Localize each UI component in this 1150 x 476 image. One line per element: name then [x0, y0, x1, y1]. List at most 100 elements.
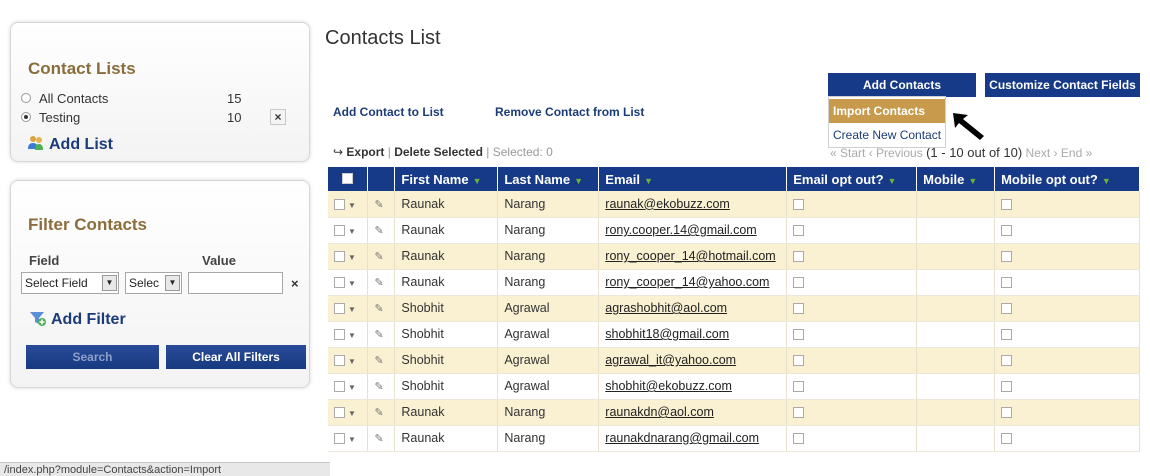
- mobile-opt-out-checkbox[interactable]: [1001, 329, 1013, 341]
- mobile-opt-out-checkbox[interactable]: [1001, 225, 1013, 237]
- add-contacts-button[interactable]: Add Contacts: [828, 73, 976, 97]
- row-checkbox[interactable]: [334, 225, 345, 237]
- mobile-opt-out-cell[interactable]: [994, 321, 1140, 348]
- chevron-down-icon[interactable]: ▼: [348, 227, 356, 236]
- pager-next[interactable]: Next ›: [1026, 146, 1058, 160]
- email-opt-out-cell[interactable]: [786, 295, 918, 322]
- table-row[interactable]: ▼ ✎ Raunak Narang raunakdn@aol.com: [328, 399, 1140, 426]
- table-row[interactable]: ▼ ✎ Shobhit Agrawal agrawal_it@yahoo.com: [328, 347, 1140, 374]
- row-checkbox[interactable]: [334, 251, 345, 263]
- chevron-down-icon[interactable]: ▼: [348, 305, 356, 314]
- email-link[interactable]: shobhit18@gmail.com: [598, 321, 788, 348]
- email-opt-out-cell[interactable]: [786, 191, 918, 218]
- email-link[interactable]: rony_cooper_14@yahoo.com: [598, 269, 788, 296]
- email-link[interactable]: rony.cooper.14@gmail.com: [598, 217, 788, 244]
- chevron-down-icon[interactable]: ▼: [348, 253, 356, 262]
- mobile-opt-out-cell[interactable]: [994, 347, 1140, 374]
- select-field-dropdown[interactable]: Select Field ▼: [21, 272, 119, 294]
- table-row[interactable]: ▼ ✎ Raunak Narang raunak@ekobuzz.com: [328, 191, 1140, 218]
- edit-icon[interactable]: ✎: [374, 381, 383, 393]
- edit-icon[interactable]: ✎: [374, 407, 383, 419]
- mobile-opt-out-cell[interactable]: [994, 399, 1140, 426]
- edit-icon[interactable]: ✎: [374, 251, 383, 263]
- col-email-opt-out[interactable]: Email opt out? ▼: [786, 167, 918, 191]
- email-opt-out-cell[interactable]: [786, 425, 918, 452]
- customize-contact-fields-button[interactable]: Customize Contact Fields: [985, 73, 1140, 97]
- email-link[interactable]: raunakdnarang@gmail.com: [598, 425, 788, 452]
- search-button[interactable]: Search: [26, 345, 159, 369]
- edit-icon[interactable]: ✎: [374, 303, 383, 315]
- mobile-opt-out-cell[interactable]: [994, 295, 1140, 322]
- list-item-all-contacts[interactable]: All Contacts 15: [19, 90, 289, 108]
- row-select-cell[interactable]: ▼: [328, 295, 369, 322]
- email-opt-out-cell[interactable]: [786, 399, 918, 426]
- mobile-opt-out-checkbox[interactable]: [1001, 355, 1013, 367]
- row-select-cell[interactable]: ▼: [328, 217, 369, 244]
- add-list-link[interactable]: Add List: [27, 133, 113, 154]
- mobile-opt-out-checkbox[interactable]: [1001, 433, 1013, 445]
- edit-icon[interactable]: ✎: [374, 225, 383, 237]
- email-link[interactable]: agrashobhit@aol.com: [598, 295, 788, 322]
- row-select-cell[interactable]: ▼: [328, 347, 369, 374]
- email-link[interactable]: raunak@ekobuzz.com: [598, 191, 788, 218]
- mobile-opt-out-checkbox[interactable]: [1001, 251, 1013, 263]
- import-contacts-item[interactable]: Import Contacts: [829, 99, 945, 123]
- col-mobile-opt-out[interactable]: Mobile opt out? ▼: [994, 167, 1140, 191]
- mobile-opt-out-cell[interactable]: [994, 217, 1140, 244]
- row-edit-cell[interactable]: ✎: [367, 217, 396, 244]
- row-select-cell[interactable]: ▼: [328, 321, 369, 348]
- email-opt-out-checkbox[interactable]: [793, 198, 805, 210]
- remove-contact-from-list-link[interactable]: Remove Contact from List: [495, 105, 644, 119]
- row-edit-cell[interactable]: ✎: [367, 295, 396, 322]
- row-edit-cell[interactable]: ✎: [367, 243, 396, 270]
- edit-icon[interactable]: ✎: [374, 277, 383, 289]
- mobile-opt-out-checkbox[interactable]: [1001, 407, 1013, 419]
- edit-icon[interactable]: ✎: [374, 199, 383, 211]
- select-all-checkbox[interactable]: [328, 167, 369, 191]
- email-opt-out-cell[interactable]: [786, 217, 918, 244]
- edit-icon[interactable]: ✎: [374, 433, 383, 445]
- row-select-cell[interactable]: ▼: [328, 373, 369, 400]
- export-link[interactable]: Export: [346, 145, 384, 159]
- email-opt-out-cell[interactable]: [786, 321, 918, 348]
- email-opt-out-checkbox[interactable]: [793, 381, 805, 393]
- row-checkbox[interactable]: [334, 433, 345, 445]
- row-checkbox[interactable]: [334, 198, 345, 210]
- row-select-cell[interactable]: ▼: [328, 399, 369, 426]
- delete-list-button[interactable]: ×: [270, 109, 286, 125]
- mobile-opt-out-checkbox[interactable]: [1001, 303, 1013, 315]
- email-opt-out-checkbox[interactable]: [793, 407, 805, 419]
- row-edit-cell[interactable]: ✎: [367, 347, 396, 374]
- edit-icon[interactable]: ✎: [374, 355, 383, 367]
- edit-icon[interactable]: ✎: [374, 329, 383, 341]
- mobile-opt-out-cell[interactable]: [994, 243, 1140, 270]
- create-new-contact-item[interactable]: Create New Contact: [829, 123, 945, 147]
- email-opt-out-cell[interactable]: [786, 347, 918, 374]
- table-row[interactable]: ▼ ✎ Raunak Narang rony_cooper_14@yahoo.com: [328, 269, 1140, 296]
- email-opt-out-checkbox[interactable]: [793, 355, 805, 367]
- email-opt-out-cell[interactable]: [786, 373, 918, 400]
- email-opt-out-cell[interactable]: [786, 243, 918, 270]
- row-checkbox[interactable]: [334, 355, 345, 367]
- row-edit-cell[interactable]: ✎: [367, 399, 396, 426]
- radio-all-contacts[interactable]: [21, 93, 31, 103]
- radio-testing[interactable]: [21, 112, 31, 122]
- row-select-cell[interactable]: ▼: [328, 243, 369, 270]
- row-edit-cell[interactable]: ✎: [367, 269, 396, 296]
- col-last-name[interactable]: Last Name ▼: [497, 167, 600, 191]
- chevron-down-icon[interactable]: ▼: [348, 409, 356, 418]
- email-link[interactable]: shobhit@ekobuzz.com: [598, 373, 788, 400]
- row-checkbox[interactable]: [334, 329, 345, 341]
- row-select-cell[interactable]: ▼: [328, 191, 369, 218]
- pager-start[interactable]: « Start: [830, 146, 865, 160]
- table-row[interactable]: ▼ ✎ Raunak Narang rony.cooper.14@gmail.com: [328, 217, 1140, 244]
- table-row[interactable]: ▼ ✎ Shobhit Agrawal shobhit@ekobuzz.com: [328, 373, 1140, 400]
- email-opt-out-checkbox[interactable]: [793, 251, 805, 263]
- email-opt-out-checkbox[interactable]: [793, 433, 805, 445]
- row-edit-cell[interactable]: ✎: [367, 191, 396, 218]
- table-row[interactable]: ▼ ✎ Raunak Narang rony_cooper_14@hotmail.com: [328, 243, 1140, 270]
- chevron-down-icon[interactable]: ▼: [348, 201, 356, 210]
- email-opt-out-checkbox[interactable]: [793, 303, 805, 315]
- row-checkbox[interactable]: [334, 303, 345, 315]
- chevron-down-icon[interactable]: ▼: [348, 357, 356, 366]
